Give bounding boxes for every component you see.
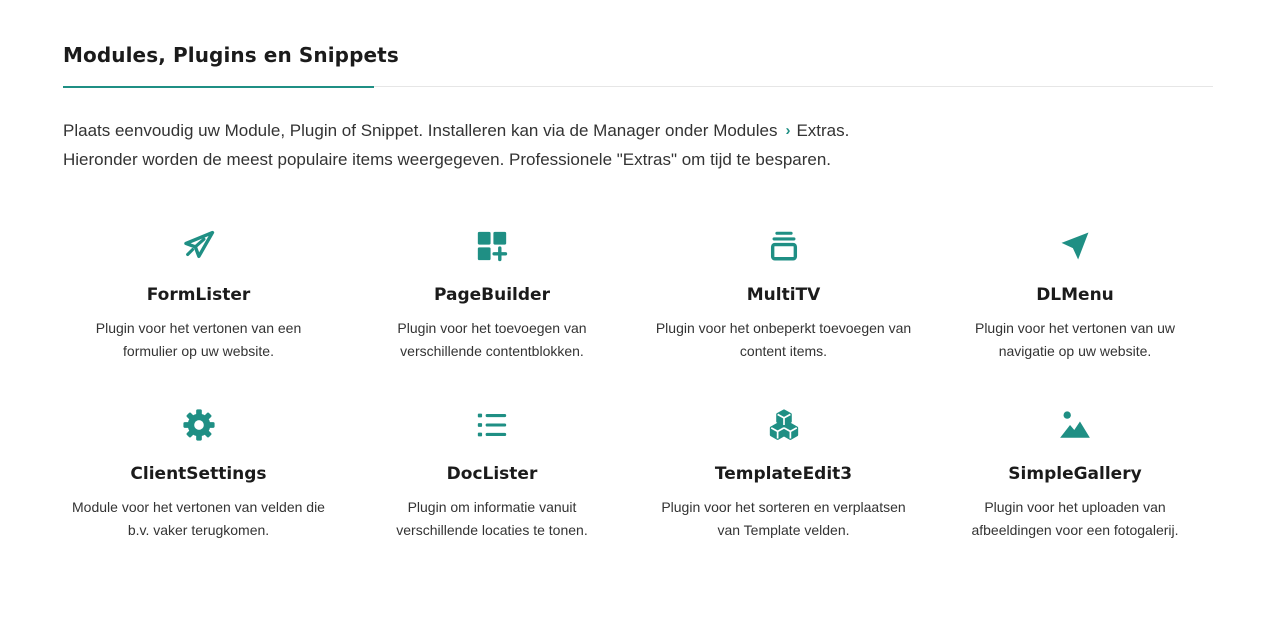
extra-name[interactable]: MultiTV xyxy=(747,285,821,305)
extra-name[interactable]: PageBuilder xyxy=(434,285,550,305)
intro-line-1-text: Plaats eenvoudig uw Module, Plugin of Sn… xyxy=(63,121,778,140)
extra-description: Plugin om informatie vanuit verschillend… xyxy=(352,496,632,542)
cubes-icon xyxy=(764,405,804,445)
extra-description-line: verschillende contentblokken. xyxy=(400,343,584,359)
extra-description-line: formulier op uw website. xyxy=(123,343,274,359)
extra-name[interactable]: SimpleGallery xyxy=(1008,464,1141,484)
gear-icon xyxy=(179,405,219,445)
extra-description-line: van Template velden. xyxy=(717,522,850,538)
paper-plane-icon xyxy=(179,226,219,266)
extra-description: Plugin voor het vertonen van een formuli… xyxy=(59,317,339,363)
navigation-arrow-icon xyxy=(1055,226,1095,266)
extra-description-line: verschillende locaties te tonen. xyxy=(396,522,588,538)
page: Modules, Plugins en Snippets Plaats eenv… xyxy=(0,0,1280,643)
extra-description: Plugin voor het uploaden van afbeeldinge… xyxy=(935,496,1215,542)
extra-description-line: navigatie op uw website. xyxy=(998,343,1152,359)
extras-grid: FormLister Plugin voor het vertonen van … xyxy=(50,226,1220,584)
title-underline xyxy=(63,86,374,88)
extra-description: Plugin voor het sorteren en verplaatsen … xyxy=(644,496,924,542)
layers-icon xyxy=(764,226,804,266)
extra-description: Module voor het vertonen van velden die … xyxy=(59,496,339,542)
list-icon xyxy=(472,405,512,445)
extra-description-line: Plugin voor het onbeperkt toevoegen van xyxy=(655,320,912,336)
extra-description-line: Plugin om informatie vanuit xyxy=(407,499,577,515)
extra-card-dlmenu[interactable]: DLMenu Plugin voor het vertonen van uw n… xyxy=(930,226,1220,405)
extra-description-line: Plugin voor het vertonen van uw xyxy=(974,320,1175,336)
extra-description: Plugin voor het onbeperkt toevoegen van … xyxy=(644,317,924,363)
extra-card-formlister[interactable]: FormLister Plugin voor het vertonen van … xyxy=(50,226,347,405)
extra-description-line: Plugin voor het uploaden van xyxy=(984,499,1166,515)
extra-description-line: Module voor het vertonen van velden die xyxy=(72,499,325,515)
extra-description-line: b.v. vaker terugkomen. xyxy=(127,522,270,538)
extra-card-doclister[interactable]: DocLister Plugin om informatie vanuit ve… xyxy=(347,405,637,584)
section-header: Modules, Plugins en Snippets xyxy=(63,40,1213,88)
extra-name[interactable]: DLMenu xyxy=(1036,285,1114,305)
extra-description-line: Plugin voor het vertonen van een xyxy=(95,320,302,336)
image-icon xyxy=(1055,405,1095,445)
extra-card-multitv[interactable]: MultiTV Plugin voor het onbeperkt toevoe… xyxy=(637,226,930,405)
extra-description-line: Plugin voor het sorteren en verplaatsen xyxy=(661,499,906,515)
grid-add-icon xyxy=(472,226,512,266)
intro-line-1: Plaats eenvoudig uw Module, Plugin of Sn… xyxy=(63,117,1063,146)
section-title: Modules, Plugins en Snippets xyxy=(63,43,399,67)
extra-description: Plugin voor het toevoegen van verschille… xyxy=(352,317,632,363)
extra-name[interactable]: TemplateEdit3 xyxy=(715,464,852,484)
extra-name[interactable]: DocLister xyxy=(447,464,538,484)
chevron-right-icon: › xyxy=(785,122,791,139)
extra-description-line: Plugin voor het toevoegen van xyxy=(397,320,587,336)
extra-description-line: afbeeldingen voor een fotogalerij. xyxy=(971,522,1179,538)
intro-text: Plaats eenvoudig uw Module, Plugin of Sn… xyxy=(63,117,1063,174)
extra-name[interactable]: FormLister xyxy=(147,285,251,305)
intro-line-2: Hieronder worden de meest populaire item… xyxy=(63,150,832,169)
extra-description: Plugin voor het vertonen van uw navigati… xyxy=(935,317,1215,363)
extra-description-line: content items. xyxy=(739,343,828,359)
extra-card-pagebuilder[interactable]: PageBuilder Plugin voor het toevoegen va… xyxy=(347,226,637,405)
extra-card-clientsettings[interactable]: ClientSettings Module voor het vertonen … xyxy=(50,405,347,584)
extra-card-simplegallery[interactable]: SimpleGallery Plugin voor het uploaden v… xyxy=(930,405,1220,584)
extra-card-templateedit3[interactable]: TemplateEdit3 Plugin voor het sorteren e… xyxy=(637,405,930,584)
intro-line-1-extras: Extras. xyxy=(796,121,850,140)
extra-name[interactable]: ClientSettings xyxy=(130,464,266,484)
